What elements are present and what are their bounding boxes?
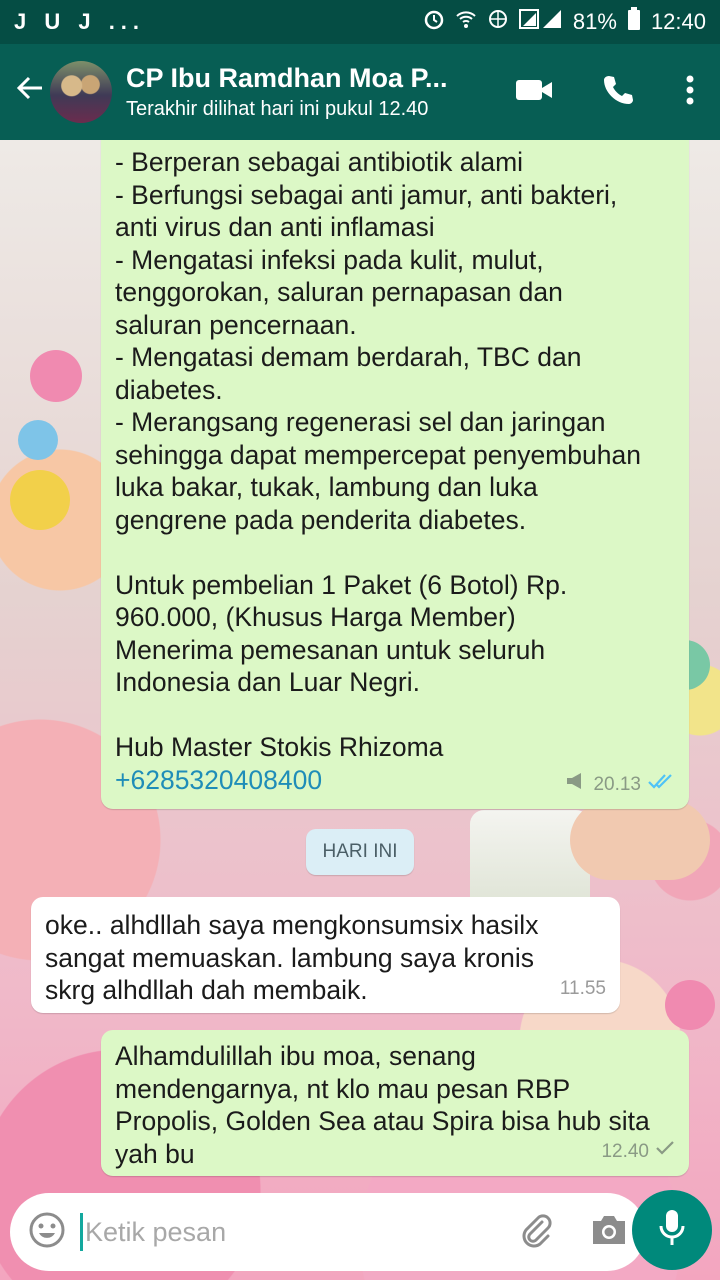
- message-line: - Mengatasi infeksi pada kulit, mulut,: [115, 244, 544, 275]
- message-line: Alhamdulillah ibu moa, senang: [115, 1041, 476, 1071]
- message-line: saluran pencernaan.: [115, 309, 357, 340]
- message-line: 960.000, (Khusus Harga Member): [115, 602, 516, 632]
- message-line: Menerima pemesanan untuk seluruh: [115, 634, 546, 665]
- message-input[interactable]: Ketik pesan: [85, 1217, 518, 1248]
- message-line: skrg alhdllah dah membaik.: [45, 975, 368, 1005]
- back-arrow-icon: [14, 74, 46, 112]
- clock-time: 12:40: [650, 9, 706, 34]
- message-line: luka bakar, tukak, lambung dan luka: [115, 472, 538, 502]
- message-time: 20.13: [593, 773, 641, 795]
- message-line: - Mengatasi demam berdarah, TBC dan: [115, 342, 582, 372]
- message-line: - Berfungsi sebagai anti jamur, anti bak…: [115, 179, 618, 210]
- status-bar: J U J ... 81% 12:40: [0, 0, 720, 44]
- message-text: oke.. alhdllah saya mengkonsumsix hasilx…: [45, 909, 606, 1007]
- message-line: - Merangsang regenerasi sel dan jaringan: [115, 407, 606, 437]
- message-line: sangat memuaskan. lambung saya kronis: [45, 942, 535, 973]
- paperclip-icon: [518, 1213, 554, 1252]
- message-line: Propolis, Golden Sea atau Spira bisa hub…: [115, 1106, 650, 1136]
- message-line: Untuk pembelian 1 Paket (6 Botol) Rp.: [115, 569, 568, 600]
- alarm-icon: [423, 8, 445, 36]
- wifi-icon: [455, 8, 477, 36]
- message-composer: Ketik pesan: [10, 1193, 646, 1271]
- globe-icon: [487, 8, 509, 36]
- wallpaper-flower: [10, 470, 70, 530]
- emoji-icon: [28, 1212, 66, 1253]
- message-line: gengrene pada penderita diabetes.: [115, 504, 527, 535]
- back-button[interactable]: [0, 72, 50, 113]
- phone-icon: [601, 73, 635, 112]
- message-line: yah bu: [115, 1138, 195, 1169]
- video-call-icon: [514, 76, 554, 109]
- message-time: 11.55: [559, 977, 606, 999]
- sent-tick-icon: [655, 1136, 675, 1169]
- outgoing-message[interactable]: - Berperan sebagai antibiotik alami - Ber…: [101, 112, 689, 809]
- wallpaper-flower: [665, 980, 715, 1030]
- text-cursor: [80, 1213, 83, 1251]
- battery-icon: [627, 7, 641, 37]
- message-line: diabetes.: [115, 374, 223, 405]
- megaphone-icon: [565, 769, 587, 802]
- message-meta: 20.13: [565, 769, 675, 802]
- more-options-button[interactable]: [660, 74, 720, 111]
- microphone-icon: [657, 1208, 687, 1253]
- chat-header: CP Ibu Ramdhan Moa P... Terakhir dilihat…: [0, 44, 720, 140]
- message-text: - Berperan sebagai antibiotik alami - Ber…: [115, 146, 675, 764]
- message-line: tenggorokan, saluran pernapasan dan: [115, 277, 563, 307]
- wallpaper-hand: [570, 800, 710, 880]
- message-meta: 12.40: [601, 1136, 675, 1169]
- voice-call-button[interactable]: [576, 73, 660, 112]
- camera-button[interactable]: [590, 1213, 628, 1252]
- more-vert-icon: [685, 74, 695, 111]
- date-divider: HARI INI: [306, 829, 414, 875]
- message-line: [115, 536, 675, 569]
- message-text: Alhamdulillah ibu moa, senang mendengarny…: [115, 1040, 675, 1170]
- message-line: mendengarnya, nt klo mau pesan RBP: [115, 1073, 571, 1104]
- contact-info[interactable]: CP Ibu Ramdhan Moa P... Terakhir dilihat…: [126, 63, 492, 121]
- wallpaper-flower: [30, 350, 82, 402]
- battery-percent: 81%: [572, 9, 617, 34]
- contact-name: CP Ibu Ramdhan Moa P...: [126, 63, 448, 93]
- outgoing-message[interactable]: Alhamdulillah ibu moa, senang mendengarny…: [101, 1030, 689, 1176]
- read-ticks-icon: [647, 769, 675, 802]
- message-line: - Berperan sebagai antibiotik alami: [115, 147, 524, 177]
- message-line: oke.. alhdllah saya mengkonsumsix hasilx: [45, 910, 539, 940]
- video-call-button[interactable]: [492, 76, 576, 109]
- message-line: anti virus dan anti inflamasi: [115, 212, 435, 242]
- message-time: 12.40: [601, 1140, 649, 1162]
- message-meta: 11.55: [560, 973, 606, 1006]
- attach-button[interactable]: [518, 1212, 554, 1253]
- message-line: [115, 699, 675, 732]
- camera-icon: [590, 1215, 628, 1251]
- message-line: Hub Master Stokis Rhizoma: [115, 732, 444, 762]
- message-line: Indonesia dan Luar Negri.: [115, 667, 420, 697]
- message-line: sehingga dapat mempercepat penyembuhan: [115, 439, 641, 470]
- contact-avatar[interactable]: [50, 61, 112, 123]
- wallpaper-flower: [18, 420, 58, 460]
- status-notifications: J U J ...: [14, 9, 146, 34]
- last-seen: Terakhir dilihat hari ini pukul 12.40: [126, 98, 429, 120]
- signal-icon: [518, 8, 563, 36]
- voice-record-button[interactable]: [632, 1190, 712, 1270]
- incoming-message[interactable]: oke.. alhdllah saya mengkonsumsix hasilx…: [31, 897, 620, 1013]
- emoji-button[interactable]: [28, 1211, 66, 1254]
